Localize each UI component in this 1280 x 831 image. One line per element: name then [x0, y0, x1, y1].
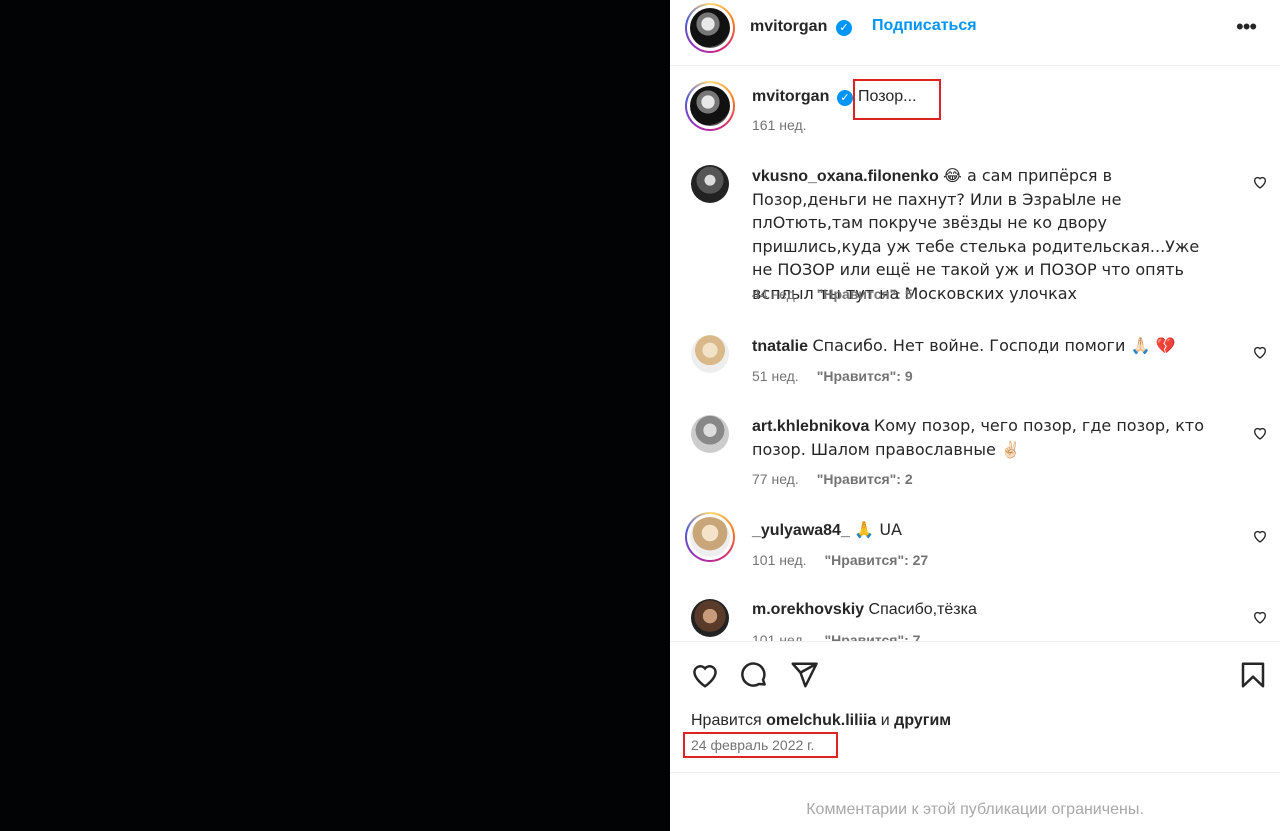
bookmark-icon[interactable] — [1238, 660, 1268, 690]
liked-by-user-link[interactable]: omelchuk.liliia — [766, 712, 876, 729]
caption-username[interactable]: mvitorgan — [752, 88, 829, 106]
liked-by-conj: и — [880, 712, 890, 729]
caption-avatar[interactable] — [685, 81, 735, 131]
comment-meta: 44 нед. "Нравится": 5 — [752, 286, 913, 302]
comment-body: 🙏 UA — [854, 520, 902, 539]
comment-meta: 101 нед. "Нравится": 27 — [752, 552, 928, 568]
comment-meta: 51 нед. "Нравится": 9 — [752, 368, 913, 384]
comment-body: Спасибо,тёзка — [868, 601, 977, 618]
comment-likes[interactable]: "Нравится": 27 — [825, 552, 929, 568]
like-heart-icon[interactable] — [690, 660, 720, 690]
comment-meta: 101 нед. "Нравится": 7 — [752, 632, 920, 641]
liked-by-prefix: Нравится — [691, 712, 762, 729]
heart-icon[interactable] — [1252, 528, 1268, 544]
comments-closed-text: Комментарии к этой публикации ограничены… — [806, 801, 1144, 818]
heart-icon[interactable] — [1252, 344, 1268, 360]
share-icon[interactable] — [789, 660, 819, 690]
highlight-box-date — [683, 732, 838, 758]
comment-likes[interactable]: "Нравится": 9 — [817, 368, 913, 384]
commenter-avatar[interactable] — [691, 165, 729, 203]
follow-button[interactable]: Подписаться — [872, 17, 977, 35]
heart-icon[interactable] — [1252, 425, 1268, 441]
comment-username[interactable]: tnatalie — [752, 338, 808, 355]
post-side-panel: mvitorgan ✓ Подписаться ••• mvitorgan ✓ … — [670, 0, 1280, 831]
comment-body: Спасибо. Нет войне. Господи помоги 🙏🏻 💔 — [812, 336, 1176, 355]
comment-likes[interactable]: "Нравится": 7 — [825, 632, 921, 641]
comment-time[interactable]: 101 нед. — [752, 552, 807, 568]
highlight-box-caption — [853, 79, 941, 120]
comment-username[interactable]: art.khlebnikova — [752, 418, 869, 435]
comment-likes[interactable]: "Нравится": 2 — [817, 471, 913, 487]
comment-item: m.orekhovskiy Спасибо,тёзка 101 нед. "Нра… — [670, 598, 1280, 641]
verified-badge-icon: ✓ — [837, 90, 853, 106]
comment-icon[interactable] — [739, 660, 769, 690]
comment-username[interactable]: vkusno_oxana.filonenko — [752, 168, 939, 185]
caption-time[interactable]: 161 нед. — [752, 117, 807, 133]
post-actions-section: Нравится omelchuk.liliia и другим 24 фев… — [670, 641, 1280, 831]
comment-time[interactable]: 51 нед. — [752, 368, 799, 384]
verified-badge-icon: ✓ — [836, 20, 852, 36]
comment-text: _yulyawa84_ 🙏 UA — [752, 519, 1222, 543]
comment-body: 😂 а сам припёрся в Позор,деньги не пахну… — [752, 166, 1200, 303]
comment-time[interactable]: 77 нед. — [752, 471, 799, 487]
post-media[interactable] — [0, 0, 670, 831]
comment-likes[interactable]: "Нравится": 5 — [817, 286, 913, 302]
heart-icon[interactable] — [1252, 609, 1268, 625]
comment-time[interactable]: 44 нед. — [752, 286, 799, 302]
commenter-avatar[interactable] — [685, 512, 735, 562]
commenter-avatar[interactable] — [691, 335, 729, 373]
comment-username[interactable]: m.orekhovskiy — [752, 601, 864, 618]
comment-text: m.orekhovskiy Спасибо,тёзка — [752, 599, 1222, 622]
comment-meta: 77 нед. "Нравится": 2 — [752, 471, 913, 487]
commenter-avatar[interactable] — [691, 599, 729, 637]
post-header: mvitorgan ✓ Подписаться ••• — [670, 0, 1280, 66]
comments-closed-notice: Комментарии к этой публикации ограничены… — [670, 772, 1280, 831]
comment-time[interactable]: 101 нед. — [752, 632, 807, 641]
comment-username[interactable]: _yulyawa84_ — [752, 522, 850, 539]
liked-by-line: Нравится omelchuk.liliia и другим — [691, 712, 951, 730]
heart-icon[interactable] — [1252, 174, 1268, 190]
comment-text: tnatalie Спасибо. Нет войне. Господи пом… — [752, 335, 1222, 359]
commenter-avatar[interactable] — [691, 415, 729, 453]
comment-text: vkusno_oxana.filonenko 😂 а сам припёрся … — [752, 165, 1222, 306]
author-username[interactable]: mvitorgan — [750, 18, 827, 36]
author-avatar[interactable] — [685, 3, 735, 53]
more-options-icon[interactable]: ••• — [1236, 14, 1257, 40]
liked-by-others-link[interactable]: другим — [894, 712, 951, 729]
comment-text: art.khlebnikova Кому позор, чего позор, … — [752, 415, 1222, 462]
